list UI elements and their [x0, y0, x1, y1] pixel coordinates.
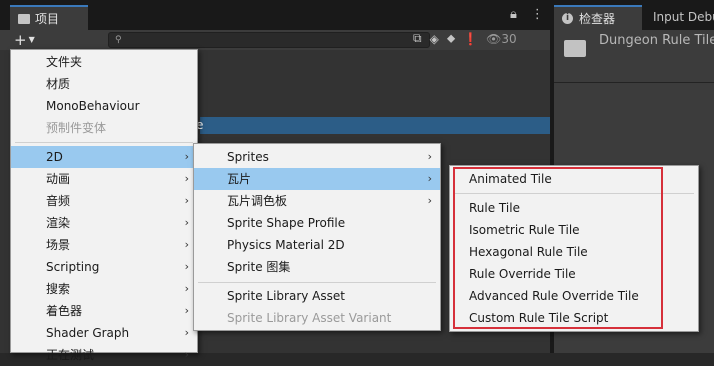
menu-item-2d[interactable]: 2D ›	[11, 146, 197, 168]
menu-item-label: Scripting	[46, 260, 100, 274]
folder-icon	[564, 40, 586, 57]
menu-item-shader[interactable]: 着色器 ›	[11, 300, 197, 322]
lock-icon[interactable]: 🔒︎	[510, 7, 517, 22]
menu-item-physics-material-2d[interactable]: Physics Material 2D	[194, 234, 440, 256]
menu-item-rendering[interactable]: 渲染 ›	[11, 212, 197, 234]
menu-item-label: 渲染	[46, 216, 71, 230]
menu-item-prefab-variant[interactable]: 预制件变体	[11, 117, 197, 139]
search-icon: ⚲	[115, 35, 122, 45]
chevron-right-icon: ›	[184, 304, 189, 317]
search-by-type-icon[interactable]: ⧉	[413, 31, 422, 46]
chevron-right-icon: ›	[427, 172, 432, 185]
menu-item-label: 正在测试	[46, 348, 95, 362]
menu-item-folder[interactable]: 文件夹	[11, 51, 197, 73]
visible-count: 30	[501, 31, 517, 46]
inspector-asset-title: Dungeon Rule Tile	[599, 33, 714, 48]
menu-item-label: Sprite Shape Profile	[227, 216, 346, 230]
tab-inspector-label: 检查器	[579, 12, 616, 26]
chevron-right-icon: ›	[184, 238, 189, 251]
chevron-right-icon: ›	[427, 194, 432, 207]
chevron-right-icon: ›	[184, 326, 189, 339]
toolbar-icons: ⧉ ◈ ⬥ ❗ 👁︎30	[413, 31, 517, 46]
menu-item-label: 着色器	[46, 304, 83, 318]
create-button[interactable]: + ▼	[14, 31, 44, 48]
menu-item-label: MonoBehaviour	[46, 99, 140, 113]
menu-item-label: 2D	[46, 150, 63, 164]
menu-item-label: 材质	[46, 77, 71, 91]
menu-item-tile[interactable]: 瓦片 ›	[194, 168, 440, 190]
menu-item-material[interactable]: 材质	[11, 73, 197, 95]
chevron-right-icon: ›	[184, 348, 189, 361]
chevron-right-icon: ›	[427, 150, 432, 163]
menu-item-label: 场景	[46, 238, 71, 252]
menu-item-audio[interactable]: 音频 ›	[11, 190, 197, 212]
menu-item-label: 瓦片调色板	[227, 194, 288, 208]
hidden-packages-toggle[interactable]: 👁︎30	[486, 32, 517, 46]
menu-item-label: 搜索	[46, 282, 71, 296]
menu-item-tile-palette[interactable]: 瓦片调色板 ›	[194, 190, 440, 212]
menu-item-animation[interactable]: 动画 ›	[11, 168, 197, 190]
menu-item-label: 瓦片	[227, 172, 252, 186]
submenu-2d: Sprites › 瓦片 › 瓦片调色板 › Sprite Shape Profile…	[193, 143, 441, 331]
menu-item-sprite-atlas[interactable]: Sprite 图集	[194, 256, 440, 278]
chevron-right-icon: ›	[184, 260, 189, 273]
plus-icon: +	[14, 30, 27, 49]
menu-item-sprite-shape-profile[interactable]: Sprite Shape Profile	[194, 212, 440, 234]
menu-item-label: 音频	[46, 194, 71, 208]
log-icon[interactable]: ❗	[463, 32, 478, 46]
menu-item-sprite-library-asset[interactable]: Sprite Library Asset	[194, 285, 440, 307]
menu-item-sprite-library-asset-variant[interactable]: Sprite Library Asset Variant	[194, 307, 440, 329]
menu-item-scripting[interactable]: Scripting ›	[11, 256, 197, 278]
menu-item-testing[interactable]: 正在测试 ›	[11, 344, 197, 366]
menu-item-search[interactable]: 搜索 ›	[11, 278, 197, 300]
menu-item-label: Physics Material 2D	[227, 238, 345, 252]
menu-separator	[15, 142, 193, 143]
menu-item-label: Sprite 图集	[227, 260, 291, 274]
label-icon[interactable]: ⬥	[447, 31, 455, 46]
create-menu: 文件夹 材质 MonoBehaviour 预制件变体 2D › 动画 › 音频 › 渲…	[10, 49, 198, 362]
tab-input-debug[interactable]: Input Debu	[653, 5, 714, 30]
more-options-icon[interactable]: ⋮	[531, 7, 544, 22]
chevron-right-icon: ›	[184, 150, 189, 163]
chevron-right-icon: ›	[184, 216, 189, 229]
highlight-callout-box	[453, 167, 663, 329]
filter-by-type-icon[interactable]: ◈	[430, 32, 439, 46]
menu-item-label: Sprites	[227, 150, 269, 164]
menu-item-label: Sprite Library Asset	[227, 289, 345, 303]
menu-item-monobehaviour[interactable]: MonoBehaviour	[11, 95, 197, 117]
chevron-right-icon: ›	[184, 172, 189, 185]
info-icon: i	[562, 13, 573, 24]
eye-icon: 👁︎	[486, 31, 502, 46]
menu-separator	[198, 282, 436, 283]
menu-item-shader-graph[interactable]: Shader Graph ›	[11, 322, 197, 344]
selected-asset-row[interactable]: e	[196, 117, 550, 134]
chevron-down-icon: ▼	[28, 34, 35, 44]
tab-controls: 🔒︎ ⋮	[510, 7, 544, 22]
menu-item-label: 文件夹	[46, 55, 83, 69]
chevron-right-icon: ›	[184, 194, 189, 207]
menu-item-sprites[interactable]: Sprites ›	[194, 146, 440, 168]
tab-project-label: 项目	[35, 12, 60, 26]
search-input[interactable]: ⚲	[108, 32, 430, 48]
menu-item-label: Sprite Library Asset Variant	[227, 311, 392, 325]
menu-item-scene[interactable]: 场景 ›	[11, 234, 197, 256]
tab-inspector[interactable]: i 检查器	[554, 5, 642, 30]
menu-item-label: Shader Graph	[46, 326, 130, 340]
chevron-right-icon: ›	[184, 282, 189, 295]
folder-icon	[18, 13, 30, 24]
menu-item-label: 动画	[46, 172, 71, 186]
tab-project[interactable]: 项目	[10, 5, 88, 30]
menu-item-label: 预制件变体	[46, 121, 107, 135]
